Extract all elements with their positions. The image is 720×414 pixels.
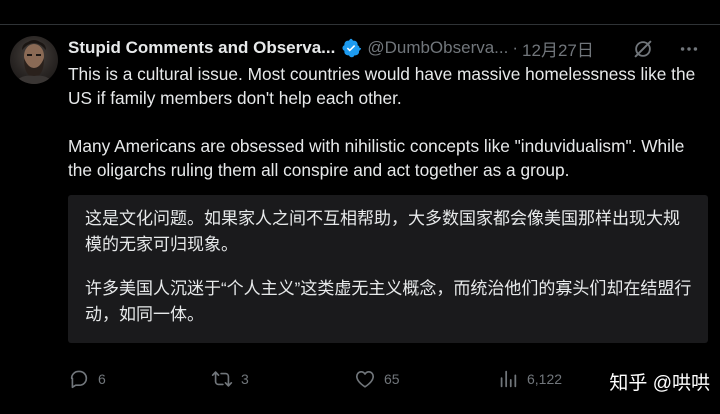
tweet-paragraph: Many Americans are obsessed with nihilis… — [68, 136, 685, 180]
more-icon[interactable] — [678, 38, 700, 60]
like-count: 65 — [384, 371, 400, 387]
views-icon — [500, 370, 517, 388]
translation-paragraph: 许多美国人沉迷于“个人主义”这类虚无主义概念，而统治他们的寡头们却在结盟行动，如… — [85, 279, 692, 324]
tweet-paragraph: This is a cultural issue. Most countries… — [68, 64, 696, 108]
tweet-text: This is a cultural issue. Most countries… — [68, 62, 708, 182]
previous-tweet-divider — [0, 0, 720, 25]
repost-count: 3 — [241, 371, 249, 387]
repost-button[interactable]: 3 — [211, 368, 249, 390]
separator-dot: · — [512, 38, 519, 57]
translation-box: 这是文化问题。如果家人之间不互相帮助，大多数国家都会像美国那样出现大规模的无家可… — [68, 195, 708, 343]
like-icon — [355, 371, 375, 388]
grok-icon[interactable] — [632, 38, 654, 60]
repost-icon — [211, 371, 233, 387]
handle[interactable]: @DumbObserva... — [367, 38, 508, 58]
avatar-image — [14, 40, 54, 84]
tweet-date[interactable]: 12月27日 — [522, 36, 594, 61]
display-name[interactable]: Stupid Comments and Observa... — [68, 38, 335, 58]
reply-icon — [70, 370, 88, 389]
views-count: 6,122 — [527, 371, 563, 387]
like-button[interactable]: 65 — [354, 368, 400, 390]
verified-badge-icon — [342, 38, 362, 58]
views-button[interactable]: 6,122 — [497, 368, 562, 390]
reply-button[interactable]: 6 — [68, 368, 106, 390]
translation-paragraph: 这是文化问题。如果家人之间不互相帮助，大多数国家都会像美国那样出现大规模的无家可… — [85, 209, 680, 254]
reply-count: 6 — [98, 371, 106, 387]
watermark: 知乎 @哄哄 — [609, 373, 710, 394]
tweet-header: Stupid Comments and Observa... @DumbObse… — [68, 36, 706, 60]
avatar[interactable] — [10, 36, 58, 84]
